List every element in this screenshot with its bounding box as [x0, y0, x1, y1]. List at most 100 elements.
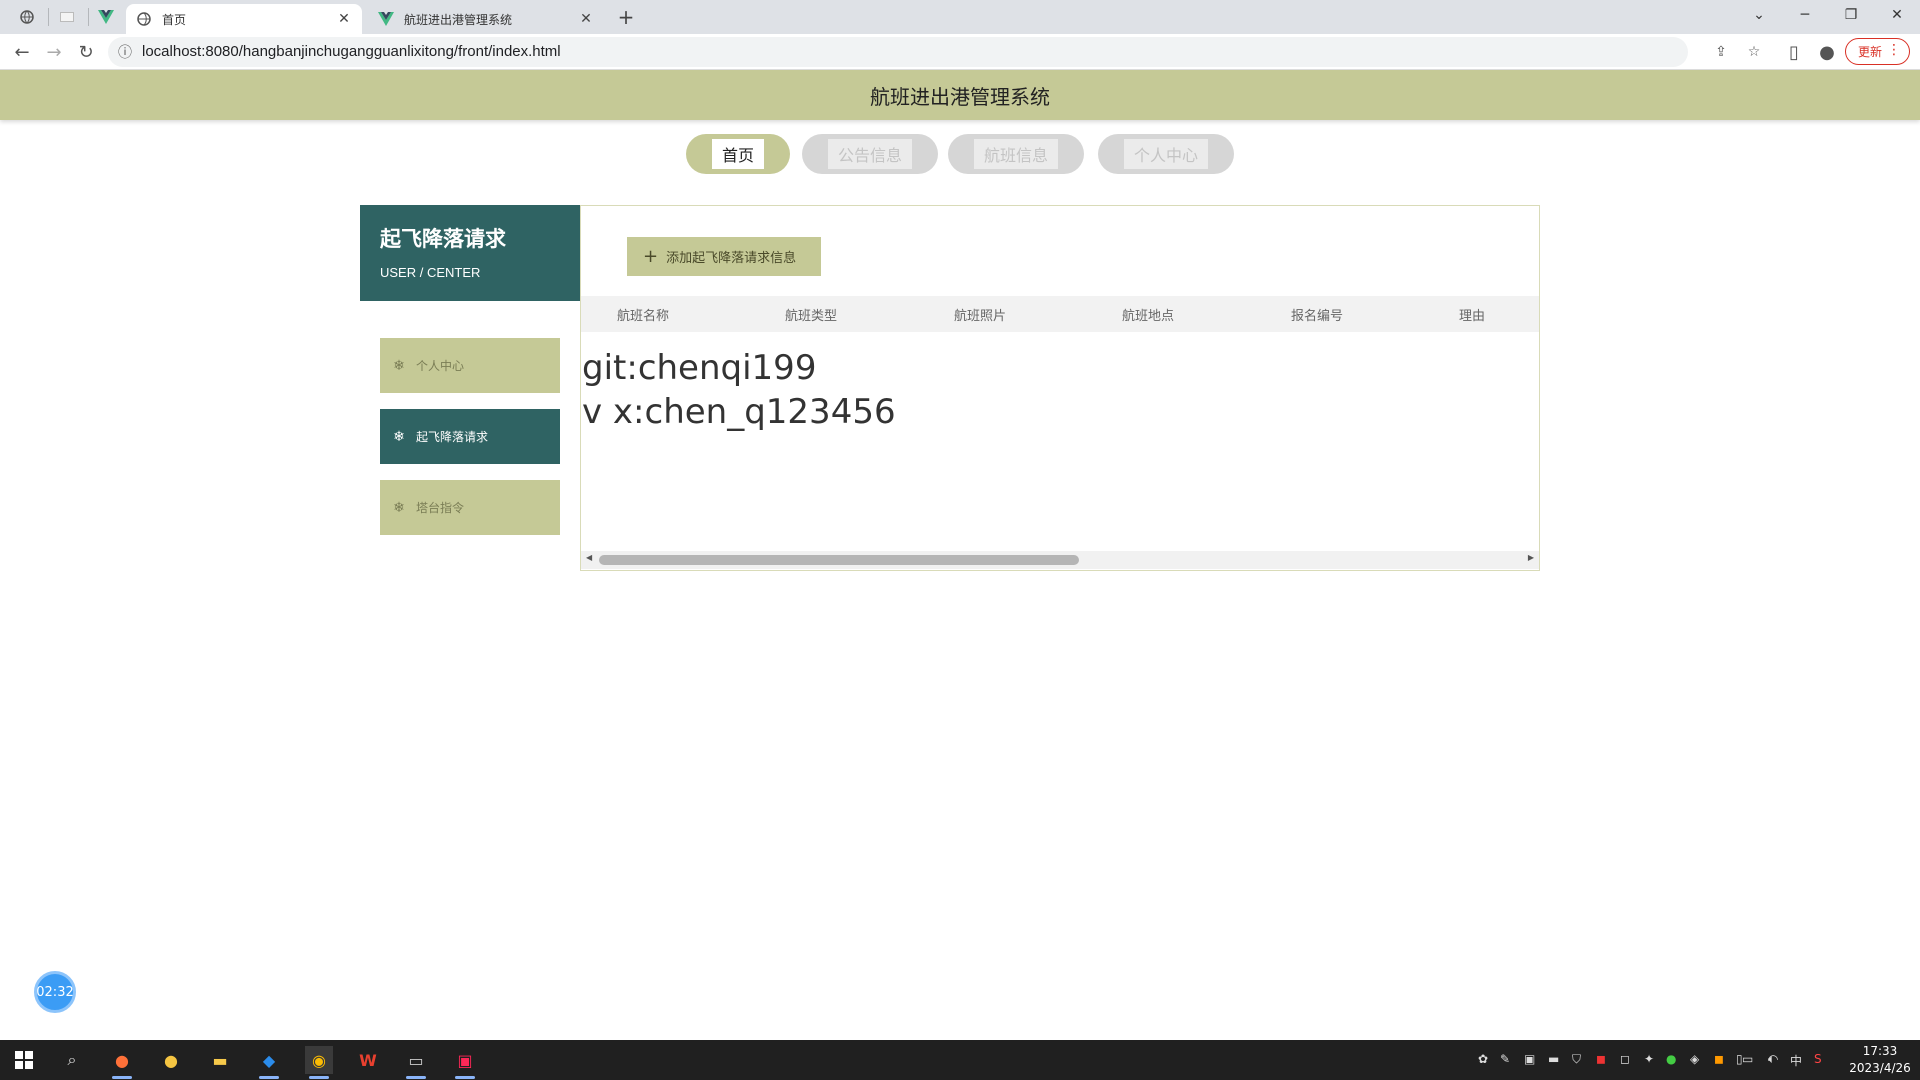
tray-folder-icon[interactable]: ▬	[1548, 1052, 1559, 1066]
file-explorer-icon[interactable]: ▬	[206, 1046, 234, 1074]
scrollbar-thumb[interactable]	[599, 555, 1079, 565]
table-header: 航班名称 航班类型 航班照片 航班地点 报名编号 理由	[581, 296, 1539, 332]
tab-flight-system[interactable]: 航班进出港管理系统 ✕	[368, 4, 604, 34]
column-header[interactable]: 航班类型	[785, 296, 837, 332]
vue-icon	[98, 10, 114, 24]
globe-icon	[20, 10, 34, 24]
tray-app-icon[interactable]: ◼	[1596, 1052, 1606, 1066]
column-header[interactable]: 报名编号	[1291, 296, 1343, 332]
nav-announcements[interactable]: 公告信息	[802, 134, 938, 174]
tray-app-icon[interactable]: ▣	[1524, 1052, 1535, 1066]
nav-label: 首页	[711, 139, 764, 169]
column-header[interactable]: 航班名称	[617, 296, 669, 332]
sidebar-subtitle: USER / CENTER	[380, 265, 481, 280]
profile-icon[interactable]: ●	[1815, 40, 1839, 64]
firefox-icon[interactable]: ●	[108, 1046, 136, 1074]
nav-home[interactable]: 首页	[686, 134, 790, 174]
pinned-tab-globe[interactable]	[15, 5, 39, 29]
snowflake-icon: ❄	[393, 499, 405, 516]
wechat-icon[interactable]: ●	[1666, 1052, 1676, 1066]
wps-icon[interactable]: W	[354, 1046, 382, 1074]
recording-timer[interactable]: 02:32	[34, 971, 76, 1013]
tray-shield-icon[interactable]: ⛉	[1572, 1052, 1581, 1067]
pinned-tab-blank[interactable]	[55, 5, 79, 29]
scroll-left-icon[interactable]: ◀	[586, 553, 592, 562]
snowflake-icon: ❄	[393, 428, 405, 445]
share-icon[interactable]: ⇪	[1712, 43, 1730, 61]
nav-personal-center[interactable]: 个人中心	[1098, 134, 1234, 174]
intellij-icon[interactable]: ▣	[451, 1046, 479, 1074]
nav-label: 个人中心	[1123, 139, 1208, 169]
nav-flight-info[interactable]: 航班信息	[948, 134, 1084, 174]
plus-icon: +	[643, 246, 659, 267]
pinned-tab-vue[interactable]	[94, 5, 118, 29]
chat-app-icon[interactable]: ●	[157, 1046, 185, 1074]
new-tab-button[interactable]: +	[616, 5, 636, 29]
horizontal-scrollbar[interactable]: ◀ ▶	[581, 551, 1539, 569]
sidebar-item-label: 个人中心	[416, 359, 465, 373]
chrome-icon[interactable]: ◉	[305, 1046, 333, 1074]
address-bar[interactable]: ⓘ localhost:8080/hangbanjinchugangguanli…	[108, 37, 1760, 67]
sidebar-item-label: 起飞降落请求	[416, 430, 489, 444]
add-button-label: 添加起飞降落请求信息	[666, 251, 797, 266]
sidebar-item-takeoff-landing-request[interactable]: ❄ 起飞降落请求	[380, 409, 560, 464]
running-indicator	[259, 1076, 279, 1079]
tab-home[interactable]: 首页 ✕	[126, 4, 362, 34]
running-indicator	[455, 1076, 475, 1079]
reload-icon[interactable]: ↻	[74, 40, 98, 64]
nav-label: 公告信息	[827, 139, 912, 169]
sidebar-item-label: 塔台指令	[416, 501, 465, 515]
column-header[interactable]: 航班照片	[954, 296, 1006, 332]
bookmark-star-icon[interactable]: ☆	[1745, 43, 1763, 61]
tab-separator	[48, 8, 49, 26]
add-request-button[interactable]: + 添加起飞降落请求信息	[627, 237, 821, 276]
windows-taskbar: ⌕ ● ● ▬ ◆ ◉ W ▭ ▣ ✿ ✎ ▣ ▬ ⛉ ◼ ◻ ✦ ● ◈ ◼ …	[0, 1040, 1920, 1080]
close-window-icon[interactable]: ✕	[1874, 0, 1920, 30]
vue-icon	[378, 11, 394, 27]
side-panel-icon[interactable]: ▯	[1782, 40, 1806, 64]
info-icon[interactable]: ⓘ	[116, 43, 134, 61]
tray-app-icon[interactable]: ✿	[1478, 1052, 1488, 1066]
update-label: 更新	[1858, 45, 1883, 59]
tray-app-icon[interactable]: ◻	[1620, 1052, 1630, 1066]
running-indicator	[309, 1076, 329, 1079]
tab-search-icon[interactable]: ⌄	[1736, 0, 1782, 30]
sogou-ime-icon[interactable]: S	[1814, 1052, 1822, 1066]
minimize-icon[interactable]: ─	[1782, 0, 1828, 30]
globe-icon	[136, 11, 152, 27]
watermark-line: v x:chen_q123456	[582, 392, 896, 432]
top-navigation: 首页 公告信息 航班信息 个人中心	[0, 134, 1920, 178]
close-tab-icon[interactable]: ✕	[578, 11, 594, 27]
column-header[interactable]: 航班地点	[1122, 296, 1174, 332]
back-arrow-icon[interactable]: ←	[10, 40, 34, 64]
search-icon[interactable]: ⌕	[58, 1046, 86, 1074]
windows-start-icon[interactable]	[10, 1046, 38, 1074]
clock-date: 2023/4/26	[1849, 1061, 1911, 1075]
tab-label: 首页	[162, 12, 187, 27]
sidebar-item-personal-center[interactable]: ❄ 个人中心	[380, 338, 560, 393]
restore-icon[interactable]: ❐	[1828, 0, 1874, 30]
vscode-icon[interactable]: ◆	[255, 1046, 283, 1074]
tray-app-icon[interactable]: ✎	[1500, 1052, 1510, 1066]
clock-time: 17:33	[1862, 1044, 1898, 1058]
taskbar-clock[interactable]: 17:33 2023/4/26	[1840, 1043, 1920, 1077]
volume-icon[interactable]: 🔈︎	[1768, 1052, 1775, 1067]
more-menu-icon[interactable]: ⋮	[1887, 42, 1901, 58]
scroll-right-icon[interactable]: ▶	[1528, 553, 1534, 562]
browser-toolbar: ← → ↻ ⓘ localhost:8080/hangbanjinchugang…	[0, 34, 1920, 70]
watermark-text: git:chenqi199 v x:chen_q123456	[582, 346, 896, 434]
column-header[interactable]: 理由	[1459, 296, 1485, 332]
sidebar-item-tower-command[interactable]: ❄ 塔台指令	[380, 480, 560, 535]
running-indicator	[112, 1076, 132, 1079]
terminal-icon[interactable]: ▭	[402, 1046, 430, 1074]
close-tab-icon[interactable]: ✕	[336, 11, 352, 27]
ime-indicator[interactable]: 中	[1790, 1052, 1802, 1069]
tray-app-icon[interactable]: ◈	[1690, 1052, 1699, 1066]
site-title: 航班进出港管理系统	[870, 84, 1050, 109]
tray-app-icon[interactable]: ✦	[1644, 1052, 1654, 1066]
battery-icon[interactable]: ▭	[1742, 1052, 1753, 1066]
url-text: localhost:8080/hangbanjinchugangguanlixi…	[142, 43, 561, 60]
forward-arrow-icon[interactable]: →	[42, 40, 66, 64]
tray-app-icon[interactable]: ◼	[1714, 1052, 1724, 1066]
update-button[interactable]: 更新 ⋮	[1845, 38, 1910, 65]
